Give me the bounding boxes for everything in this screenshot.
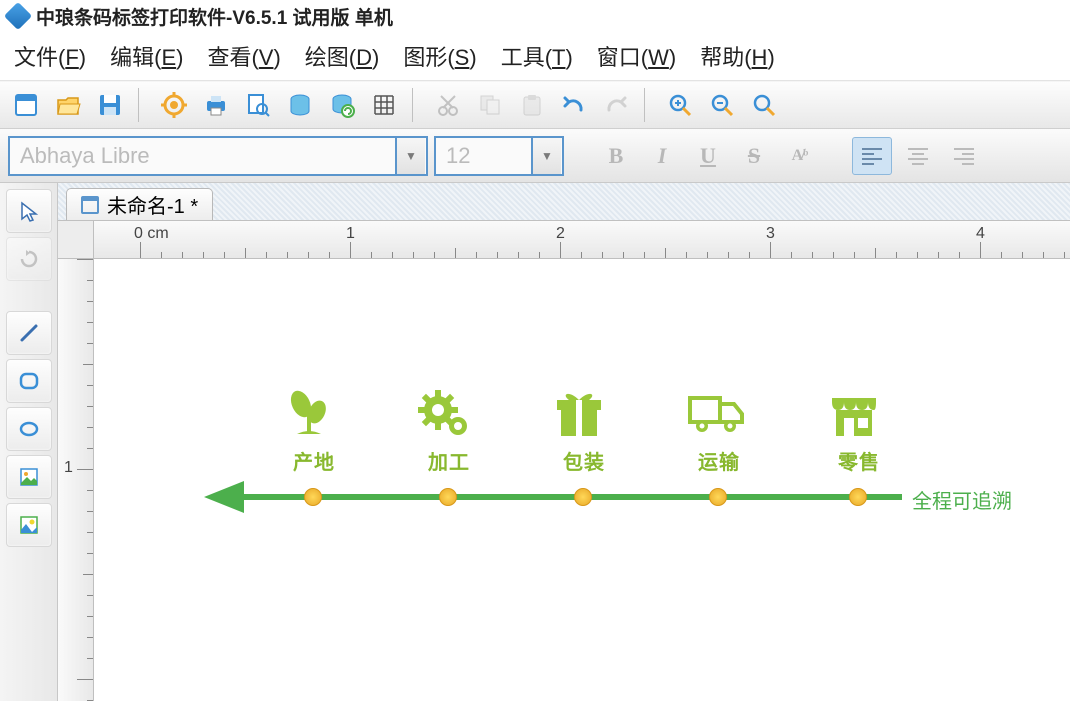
rounded-rect-tool[interactable] bbox=[6, 359, 52, 403]
database-button[interactable] bbox=[282, 87, 318, 123]
plant-icon bbox=[279, 384, 339, 440]
timeline-node bbox=[574, 488, 592, 506]
cut-button[interactable] bbox=[430, 87, 466, 123]
align-center-button[interactable] bbox=[898, 137, 938, 175]
open-button[interactable] bbox=[50, 87, 86, 123]
font-name-input[interactable] bbox=[10, 143, 395, 169]
format-toolbar: ▼ ▼ B I U S A̸ᵇ bbox=[0, 129, 1070, 183]
strikethrough-button[interactable]: S bbox=[734, 137, 774, 175]
vertical-ruler[interactable]: 1 bbox=[58, 259, 94, 701]
flow-label: 加工 bbox=[414, 446, 484, 475]
document-tab-bar: 未命名-1 * bbox=[58, 183, 1070, 221]
gear-icon bbox=[414, 384, 474, 440]
menu-draw[interactable]: 绘图(D) bbox=[305, 40, 380, 72]
settings-button[interactable] bbox=[156, 87, 192, 123]
font-size-input[interactable] bbox=[436, 143, 531, 169]
picture-tool[interactable] bbox=[6, 503, 52, 547]
align-left-button[interactable] bbox=[852, 137, 892, 175]
menu-window[interactable]: 窗口(W) bbox=[597, 40, 676, 72]
line-tool[interactable] bbox=[6, 311, 52, 355]
menu-tool[interactable]: 工具(T) bbox=[501, 40, 573, 72]
ruler-mark: 4 bbox=[976, 225, 985, 243]
undo-button[interactable] bbox=[556, 87, 592, 123]
flow-item: 零售 bbox=[824, 384, 894, 475]
timeline-node bbox=[439, 488, 457, 506]
flow-item: 运输 bbox=[684, 384, 754, 475]
canvas-area: 未命名-1 * 0 cm 1 2 3 4 /*ticks drawn below… bbox=[58, 183, 1070, 701]
shop-icon bbox=[824, 384, 884, 440]
clear-format-button[interactable]: A̸ᵇ bbox=[780, 137, 820, 175]
timeline-node bbox=[709, 488, 727, 506]
flow-label: 包装 bbox=[549, 446, 619, 475]
menu-edit[interactable]: 编辑(E) bbox=[110, 40, 183, 72]
app-title: 中琅条码标签打印软件-V6.5.1 试用版 单机 bbox=[36, 3, 393, 30]
document-tab[interactable]: 未命名-1 * bbox=[66, 188, 213, 220]
print-button[interactable] bbox=[198, 87, 234, 123]
ruler-mark: 1 bbox=[346, 225, 355, 243]
ruler-mark: 2 bbox=[556, 225, 565, 243]
zoom-out-button[interactable] bbox=[704, 87, 740, 123]
truck-icon bbox=[684, 384, 748, 440]
ruler-mark: 3 bbox=[766, 225, 775, 243]
menu-bar: 文件(F) 编辑(E) 查看(V) 绘图(D) 图形(S) 工具(T) 窗口(W… bbox=[0, 32, 1070, 81]
menu-shape[interactable]: 图形(S) bbox=[403, 40, 476, 72]
preview-button[interactable] bbox=[240, 87, 276, 123]
ruler-corner bbox=[58, 221, 94, 259]
grid-button[interactable] bbox=[366, 87, 402, 123]
ellipse-tool[interactable] bbox=[6, 407, 52, 451]
main-toolbar bbox=[0, 81, 1070, 129]
menu-file[interactable]: 文件(F) bbox=[14, 40, 86, 72]
menu-help[interactable]: 帮助(H) bbox=[700, 40, 775, 72]
menu-view[interactable]: 查看(V) bbox=[207, 40, 280, 72]
paste-button[interactable] bbox=[514, 87, 550, 123]
copy-button[interactable] bbox=[472, 87, 508, 123]
ruler-unit-label: 0 cm bbox=[134, 225, 169, 243]
gift-icon bbox=[549, 384, 609, 440]
app-icon bbox=[4, 2, 32, 30]
timeline-node bbox=[304, 488, 322, 506]
database-refresh-button[interactable] bbox=[324, 87, 360, 123]
font-name-combo[interactable]: ▼ bbox=[8, 136, 428, 176]
bold-button[interactable]: B bbox=[596, 137, 636, 175]
font-size-combo[interactable]: ▼ bbox=[434, 136, 564, 176]
underline-button[interactable]: U bbox=[688, 137, 728, 175]
flow-item: 产地 bbox=[279, 384, 349, 475]
document-icon bbox=[81, 196, 99, 214]
flow-label: 零售 bbox=[824, 446, 894, 475]
save-button[interactable] bbox=[92, 87, 128, 123]
arrow-icon bbox=[204, 481, 244, 513]
horizontal-ruler[interactable]: 0 cm 1 2 3 4 /*ticks drawn below via loo… bbox=[94, 221, 1070, 259]
flow-item: 加工 bbox=[414, 384, 484, 475]
select-tool[interactable] bbox=[6, 189, 52, 233]
ruler-vmark: 1 bbox=[64, 459, 73, 477]
workspace: 未命名-1 * 0 cm 1 2 3 4 /*ticks drawn below… bbox=[0, 183, 1070, 701]
italic-button[interactable]: I bbox=[642, 137, 682, 175]
timeline-node bbox=[849, 488, 867, 506]
image-tool[interactable] bbox=[6, 455, 52, 499]
font-size-dropdown[interactable]: ▼ bbox=[531, 138, 561, 174]
flow-item: 包装 bbox=[549, 384, 619, 475]
rotate-tool[interactable] bbox=[6, 237, 52, 281]
title-bar: 中琅条码标签打印软件-V6.5.1 试用版 单机 bbox=[0, 0, 1070, 32]
new-button[interactable] bbox=[8, 87, 44, 123]
font-name-dropdown[interactable]: ▼ bbox=[395, 138, 425, 174]
flow-label: 运输 bbox=[684, 446, 754, 475]
left-toolbox bbox=[0, 183, 58, 701]
design-surface[interactable]: 产地 加工 包装 运输 零售 全程可追溯 bbox=[94, 259, 1070, 701]
document-tab-title: 未命名-1 * bbox=[107, 190, 198, 219]
flow-label: 产地 bbox=[279, 446, 349, 475]
zoom-fit-button[interactable] bbox=[746, 87, 782, 123]
zoom-in-button[interactable] bbox=[662, 87, 698, 123]
timeline-line bbox=[242, 494, 902, 500]
align-right-button[interactable] bbox=[944, 137, 984, 175]
trace-label: 全程可追溯 bbox=[912, 485, 1012, 514]
redo-button[interactable] bbox=[598, 87, 634, 123]
